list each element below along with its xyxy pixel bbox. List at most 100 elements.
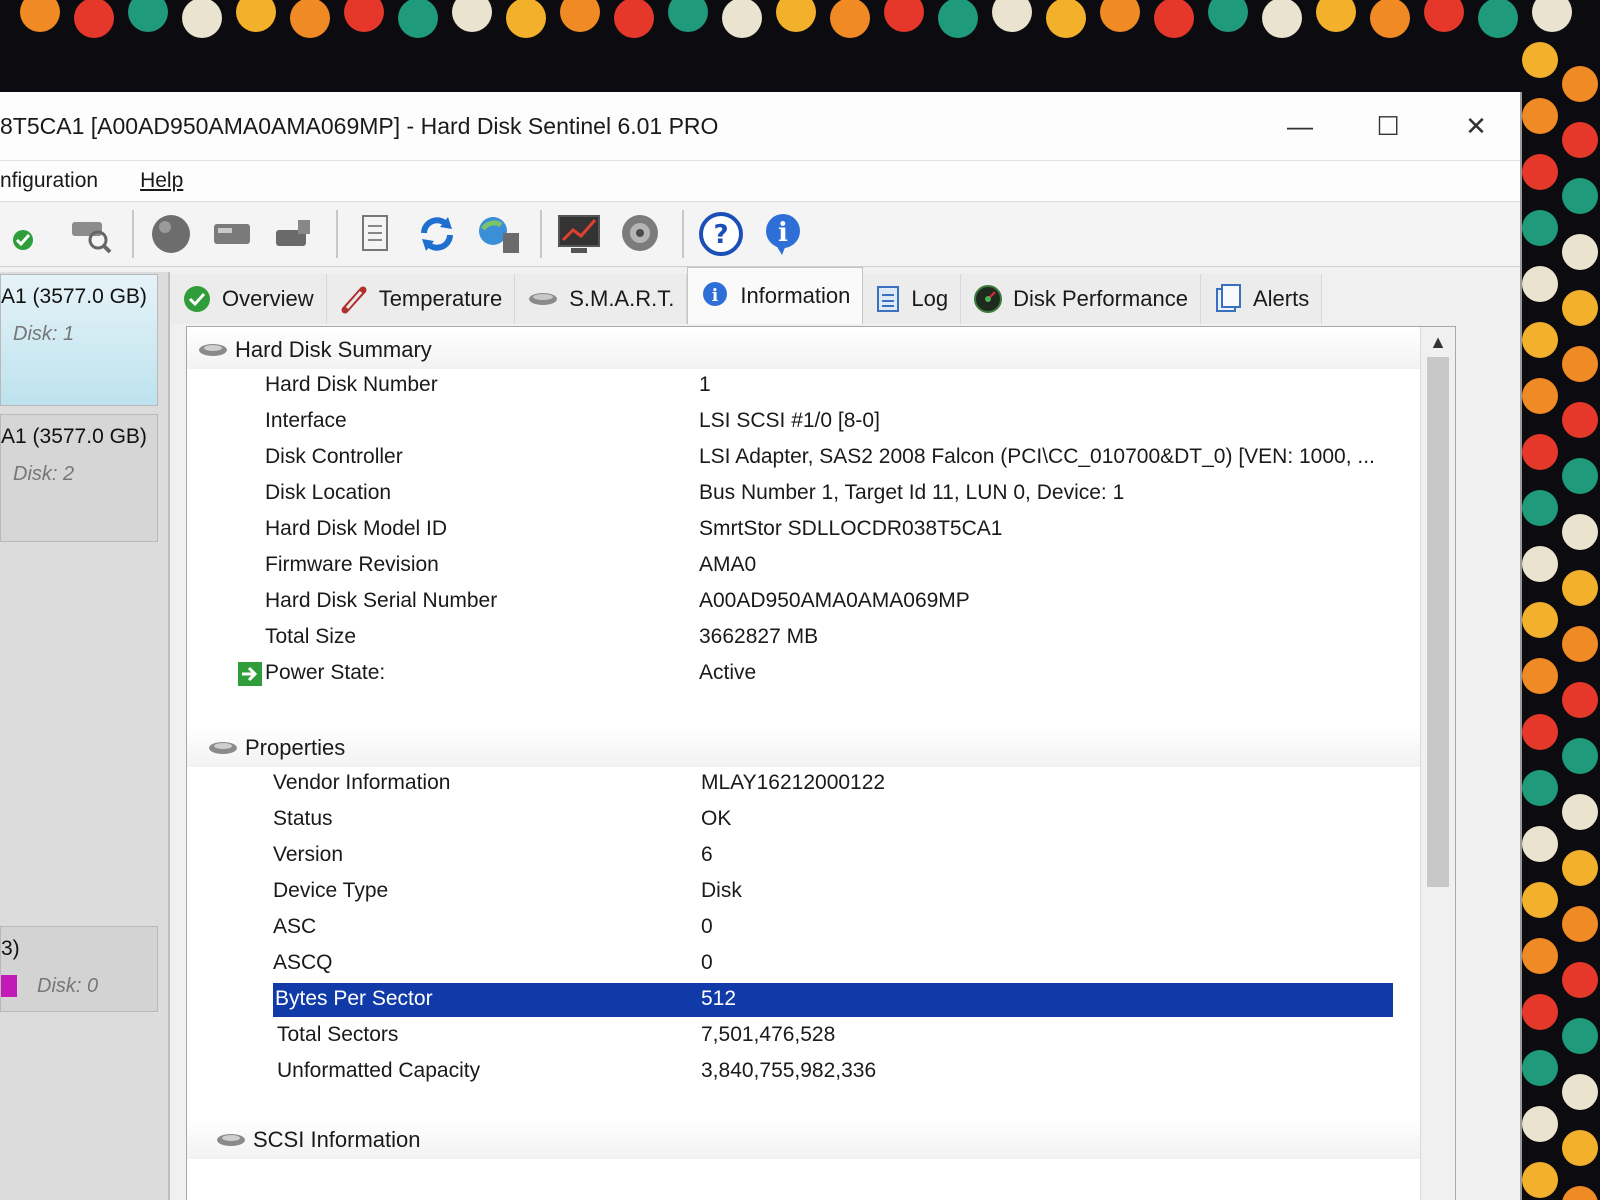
vertical-scrollbar[interactable]: ▲ (1420, 327, 1455, 1200)
info-row[interactable]: Total Size 3662827 MB (187, 621, 1427, 655)
row-label: Status (273, 807, 333, 830)
background-dot (1522, 770, 1558, 806)
row-value: A00AD950AMA0AMA069MP (699, 589, 970, 612)
section-band (187, 727, 1421, 767)
section-header-summary[interactable]: Hard Disk Summary (197, 337, 432, 363)
speaker-icon[interactable] (612, 207, 670, 261)
network-icon[interactable] (470, 207, 528, 261)
info-row[interactable]: Power State: Active (187, 657, 1427, 691)
info-row[interactable]: Device Type Disk (187, 875, 1427, 909)
disk-card[interactable]: A1 (3577.0 GB) Disk: 2 (0, 414, 158, 542)
section-title: Properties (245, 735, 346, 760)
disk-icon (197, 339, 229, 361)
background-dot (1370, 0, 1410, 38)
svg-text:?: ? (713, 220, 728, 250)
background-dot (1522, 98, 1558, 134)
tab-label: Temperature (378, 286, 503, 311)
background-dot (1522, 602, 1558, 638)
info-row[interactable]: Total Sectors 7,501,476,528 (187, 1019, 1427, 1053)
disk-search-icon[interactable] (62, 207, 120, 261)
background-dot (1262, 0, 1302, 38)
info-row[interactable]: Hard Disk Model ID SmrtStor SDLLOCDR038T5… (187, 513, 1427, 547)
tab-bar: Overview Temperature S.M.A.R.T. i Inform… (170, 266, 1470, 324)
selection-highlight (273, 983, 1393, 1017)
info-row[interactable]: Status OK (187, 803, 1427, 837)
tab-information[interactable]: i Information (687, 267, 864, 324)
menu-configuration[interactable]: nfiguration (0, 169, 98, 193)
menu-help[interactable]: Help (140, 169, 183, 193)
window-title: 8T5CA1 [A00AD950AMA0AMA069MP] - Hard Dis… (0, 112, 719, 139)
info-row[interactable]: Disk Location Bus Number 1, Target Id 11,… (187, 477, 1427, 511)
toolbar-separator (336, 210, 338, 258)
scroll-up-arrow-icon[interactable]: ▲ (1421, 329, 1455, 355)
tab-disk-performance[interactable]: Disk Performance (961, 274, 1201, 324)
svg-text:i: i (712, 286, 719, 306)
svg-text:i: i (778, 218, 788, 248)
disk-card[interactable]: 3) Disk: 0 (0, 926, 158, 1012)
info-row[interactable]: Firmware Revision AMA0 (187, 549, 1427, 583)
background-dot (1522, 378, 1558, 414)
section-header-scsi[interactable]: SCSI Information (215, 1127, 421, 1153)
row-label: Disk Location (265, 481, 392, 504)
disk-drive-icon[interactable] (204, 207, 262, 261)
minimize-button[interactable]: — (1256, 92, 1344, 160)
title-bar: 8T5CA1 [A00AD950AMA0AMA069MP] - Hard Dis… (0, 92, 1520, 161)
background-dot (1532, 0, 1572, 32)
info-row[interactable]: Hard Disk Serial Number A00AD950AMA0AMA06… (187, 585, 1427, 619)
info-row[interactable]: Unformatted Capacity 3,840,755,982,336 (187, 1055, 1427, 1089)
power-arrow-icon (237, 661, 263, 693)
close-button[interactable]: ✕ (1432, 92, 1520, 160)
background-dot (1562, 1130, 1598, 1166)
background-dot (1562, 290, 1598, 326)
sphere-icon[interactable] (142, 207, 200, 261)
background-dot (614, 0, 654, 38)
row-value: 3662827 MB (699, 625, 819, 648)
background-dot (1522, 490, 1558, 526)
background-dot (1562, 66, 1598, 102)
window-controls: — ☐ ✕ (1256, 92, 1520, 160)
section-header-properties[interactable]: Properties (207, 735, 345, 761)
background-dot (1562, 402, 1598, 438)
info-row[interactable]: ASCQ 0 (187, 947, 1427, 981)
background-dot (1522, 1050, 1558, 1086)
refresh-icon[interactable] (408, 207, 466, 261)
tab-log[interactable]: Log (863, 274, 962, 324)
background-dot (560, 0, 600, 32)
row-value: SmrtStor SDLLOCDR038T5CA1 (699, 517, 1003, 540)
tab-label: Information (740, 283, 851, 308)
info-row[interactable]: Hard Disk Number 1 (187, 369, 1427, 403)
row-value: 0 (701, 915, 713, 938)
info-row[interactable]: Vendor Information MLAY16212000122 (187, 767, 1427, 801)
background-dot (1208, 0, 1248, 32)
background-dot (1316, 0, 1356, 32)
report-icon[interactable] (346, 207, 404, 261)
info-row[interactable]: Version 6 (187, 839, 1427, 873)
info-row-selected[interactable]: Bytes Per Sector 512 (187, 983, 1427, 1017)
info-icon[interactable]: i (754, 207, 812, 261)
info-row[interactable]: Interface LSI SCSI #1/0 [8-0] (187, 405, 1427, 439)
background-dot (1562, 850, 1598, 886)
disk-tools-icon[interactable] (266, 207, 324, 261)
tab-smart[interactable]: S.M.A.R.T. (515, 274, 688, 324)
tab-alerts[interactable]: Alerts (1200, 274, 1323, 324)
toolbar-separator (540, 210, 542, 258)
toolbar-separator (132, 210, 134, 258)
info-row[interactable]: ASC 0 (187, 911, 1427, 945)
info-row[interactable]: Disk Controller LSI Adapter, SAS2 2008 Fa… (187, 441, 1427, 475)
background-dot (1522, 434, 1558, 470)
background-dot (1562, 962, 1598, 998)
tab-temperature[interactable]: Temperature (326, 274, 516, 324)
disk-card[interactable]: A1 (3577.0 GB) Disk: 1 (0, 274, 158, 406)
tab-label: Log (911, 286, 949, 311)
background-dot (1154, 0, 1194, 38)
tab-overview[interactable]: Overview (170, 274, 327, 324)
row-label: Disk Controller (265, 445, 403, 468)
help-icon[interactable]: ? (692, 207, 750, 261)
monitor-chart-icon[interactable] (550, 207, 608, 261)
row-label: Power State: (265, 661, 386, 684)
scroll-thumb[interactable] (1427, 357, 1449, 887)
green-check-disk-icon[interactable] (0, 207, 58, 261)
maximize-button[interactable]: ☐ (1344, 92, 1432, 160)
background-dot (1562, 234, 1598, 270)
row-label: Hard Disk Serial Number (265, 589, 498, 612)
